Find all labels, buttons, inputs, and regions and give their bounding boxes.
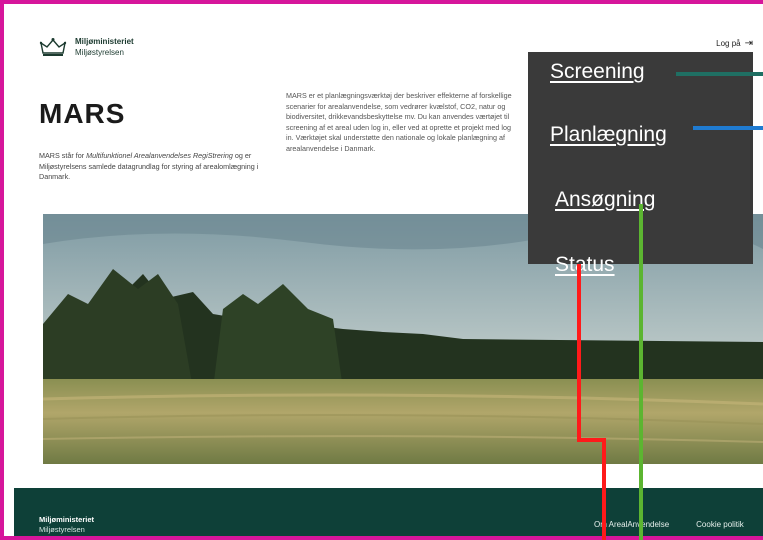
logo[interactable]: Miljøministeriet Miljøstyrelsen bbox=[39, 36, 134, 58]
blue-connector-line bbox=[693, 126, 763, 130]
crown-icon bbox=[39, 38, 67, 56]
menu-link-screening[interactable]: Screening bbox=[550, 60, 645, 84]
description-text: MARS er et planlægningsværktøj der beskr… bbox=[286, 91, 512, 153]
page-title: MARS bbox=[39, 98, 126, 129]
logo-title: Miljøministeriet bbox=[75, 37, 134, 46]
logo-subtitle: Miljøstyrelsen bbox=[75, 48, 124, 57]
teal-connector-line bbox=[676, 72, 763, 76]
intro-text: MARS står for Multifunktionel Arealanven… bbox=[39, 151, 259, 181]
intro-italic: Multifunktionel Arealanvendelses RegiStr… bbox=[86, 151, 233, 160]
login-link[interactable]: Log på ⇥ bbox=[716, 38, 753, 49]
green-connector-line bbox=[639, 204, 643, 540]
footer-brand-subtitle: Miljøstyrelsen bbox=[39, 525, 85, 534]
menu-link-planlaegning[interactable]: Planlægning bbox=[550, 123, 667, 147]
sign-in-icon: ⇥ bbox=[744, 38, 753, 49]
footer-links: Om ArealAnvendelse Cookie politik bbox=[594, 520, 744, 529]
menu-link-status[interactable]: Status bbox=[555, 253, 615, 277]
red-connector-line-top bbox=[577, 264, 581, 440]
red-connector-line-bottom bbox=[602, 438, 606, 540]
footer-brand-title: Miljøministeriet bbox=[39, 515, 95, 524]
footer: Miljøministeriet Miljøstyrelsen Om Areal… bbox=[14, 488, 763, 536]
login-label: Log på bbox=[716, 39, 741, 48]
footer-brand[interactable]: Miljøministeriet Miljøstyrelsen bbox=[39, 515, 94, 535]
footer-link-cookie-policy[interactable]: Cookie politik bbox=[696, 520, 744, 529]
